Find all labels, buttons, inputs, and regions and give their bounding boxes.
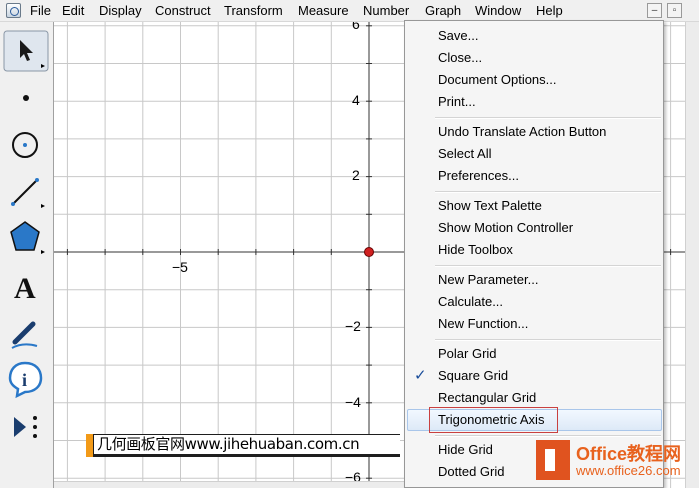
menu-item-polar-grid[interactable]: Polar Grid (438, 346, 497, 362)
menu-construct[interactable]: Construct (155, 3, 211, 19)
compass-circle-icon (12, 132, 38, 158)
menu-item-new-function[interactable]: New Function... (438, 316, 528, 332)
point-icon (23, 95, 29, 101)
menu-file[interactable]: File (30, 3, 51, 19)
y-tick-label: −4 (345, 394, 361, 410)
menu-item-new-parameter[interactable]: New Parameter... (438, 272, 538, 288)
check-icon: ✓ (414, 367, 427, 384)
menu-separator (435, 265, 661, 267)
marker-pen-icon (11, 321, 38, 349)
y-tick-label: 4 (352, 92, 360, 108)
menu-item-square-grid[interactable]: Square Grid (438, 368, 508, 384)
menu-item-hide-grid[interactable]: Hide Grid (438, 442, 493, 458)
office-logo: Office教程网 www.office26.com (532, 436, 698, 486)
menu-item-undo[interactable]: Undo Translate Action Button (438, 124, 606, 140)
menu-window[interactable]: Window (475, 3, 521, 19)
text-tool[interactable]: A (3, 264, 49, 306)
text-a-icon: A (14, 272, 36, 305)
custom-tools-icon (14, 416, 37, 438)
y-tick-label: −2 (345, 318, 361, 334)
display-dropdown-menu: ✓ Save... Close... Document Options... P… (404, 20, 664, 488)
straightedge-tool[interactable] (3, 170, 49, 212)
menu-item-show-text-palette[interactable]: Show Text Palette (438, 198, 542, 214)
menu-measure[interactable]: Measure (298, 3, 349, 19)
y-tick-label: 2 (352, 167, 360, 183)
arrow-tool-icon (3, 30, 49, 72)
menu-item-select-all[interactable]: Select All (438, 146, 491, 162)
svg-text:i: i (22, 370, 27, 390)
point-tool[interactable] (3, 78, 49, 120)
origin-point[interactable] (364, 247, 374, 257)
menu-transform[interactable]: Transform (224, 3, 283, 19)
minimize-button[interactable]: – (647, 3, 662, 18)
vertical-scrollbar[interactable] (685, 22, 699, 488)
menu-number[interactable]: Number (363, 3, 409, 19)
menu-separator (435, 117, 661, 119)
menu-separator (435, 191, 661, 193)
polygon-tool[interactable] (3, 216, 49, 258)
toolbox: A i (0, 22, 54, 488)
information-tool[interactable]: i (3, 358, 49, 400)
menu-display[interactable]: Display (99, 3, 142, 19)
watermark-text: 几何画板官网www.jihehuaban.com.cn (94, 435, 400, 454)
y-tick-label: 6 (352, 22, 360, 32)
office-logo-url: www.office26.com (576, 463, 681, 478)
compass-tool[interactable] (3, 124, 49, 166)
menu-edit[interactable]: Edit (62, 3, 84, 19)
watermark-banner: 几何画板官网www.jihehuaban.com.cn (86, 434, 400, 457)
menu-separator (435, 339, 661, 341)
restore-button[interactable]: ▫ (667, 3, 682, 18)
menu-graph[interactable]: Graph (425, 3, 461, 19)
menu-item-preferences[interactable]: Preferences... (438, 168, 519, 184)
marker-tool[interactable] (3, 312, 49, 354)
x-tick-label: −5 (172, 259, 188, 275)
menu-item-document-options[interactable]: Document Options... (438, 72, 557, 88)
menu-item-trigonometric-axis[interactable]: Trigonometric Axis (438, 412, 544, 428)
app-icon[interactable] (6, 3, 21, 18)
menu-item-close[interactable]: Close... (438, 50, 482, 66)
info-bubble-icon: i (8, 361, 43, 399)
menu-item-print[interactable]: Print... (438, 94, 476, 110)
svg-text:A: A (14, 272, 36, 305)
menu-item-dotted-grid[interactable]: Dotted Grid (438, 464, 504, 480)
menu-bar: File Edit Display Construct Transform Me… (0, 0, 699, 22)
menu-item-rectangular-grid[interactable]: Rectangular Grid (438, 390, 536, 406)
menu-help[interactable]: Help (536, 3, 563, 19)
segment-icon (11, 178, 45, 208)
menu-item-show-motion-controller[interactable]: Show Motion Controller (438, 220, 573, 236)
menu-item-hide-toolbox[interactable]: Hide Toolbox (438, 242, 513, 258)
arrow-tool[interactable] (3, 30, 49, 72)
pentagon-icon (10, 221, 45, 254)
menu-item-calculate[interactable]: Calculate... (438, 294, 503, 310)
custom-tool[interactable] (3, 406, 49, 448)
office-logo-icon (536, 440, 570, 480)
horizontal-scrollbar[interactable] (54, 481, 404, 488)
menu-item-save[interactable]: Save... (438, 28, 478, 44)
